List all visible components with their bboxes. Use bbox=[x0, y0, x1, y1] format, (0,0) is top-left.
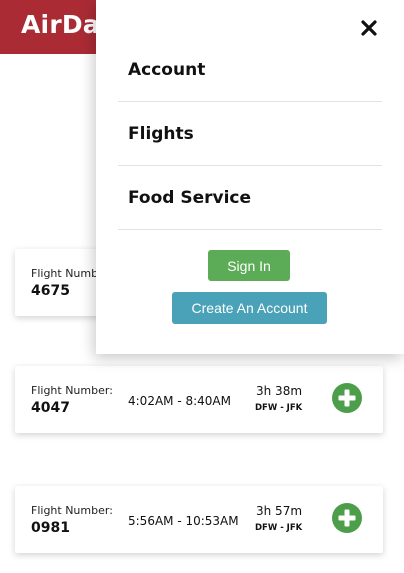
flight-number-label: Flight Numb bbox=[31, 267, 99, 280]
flight-number-value: 4675 bbox=[31, 283, 70, 299]
add-circle-icon[interactable] bbox=[332, 383, 362, 413]
menu-item-account[interactable]: Account bbox=[118, 38, 382, 102]
flight-number-label: Flight Number: bbox=[31, 384, 113, 397]
flight-times: 4:02AM - 8:40AM bbox=[128, 394, 231, 408]
flight-route: DFW - JFK bbox=[255, 523, 303, 533]
flight-duration: 3h 57m bbox=[256, 504, 303, 518]
flight-duration: 3h 38m bbox=[256, 384, 303, 398]
menu-item-label: Account bbox=[128, 60, 206, 80]
create-account-button[interactable]: Create An Account bbox=[172, 292, 327, 324]
flight-number-value: 0981 bbox=[31, 520, 70, 536]
flight-times: 5:56AM - 10:53AM bbox=[128, 514, 239, 528]
flight-route: DFW - JFK bbox=[255, 403, 303, 413]
menu-item-label: Flights bbox=[128, 124, 194, 144]
close-icon[interactable] bbox=[360, 19, 378, 37]
flight-number-label: Flight Number: bbox=[31, 504, 113, 517]
menu-item-flights[interactable]: Flights bbox=[118, 102, 382, 166]
menu-item-food-service[interactable]: Food Service bbox=[118, 166, 382, 230]
sign-in-button[interactable]: Sign In bbox=[208, 250, 290, 281]
flight-number-value: 4047 bbox=[31, 400, 70, 416]
nav-menu-panel: Account Flights Food Service Sign In Cre… bbox=[96, 0, 404, 354]
menu-item-label: Food Service bbox=[128, 188, 252, 208]
brand-logo-text[interactable]: AirDa bbox=[21, 10, 100, 39]
add-circle-icon[interactable] bbox=[332, 503, 362, 533]
flight-card: Flight Number: 0981 5:56AM - 10:53AM 3h … bbox=[15, 486, 383, 553]
flight-card: Flight Number: 4047 4:02AM - 8:40AM 3h 3… bbox=[15, 366, 383, 433]
